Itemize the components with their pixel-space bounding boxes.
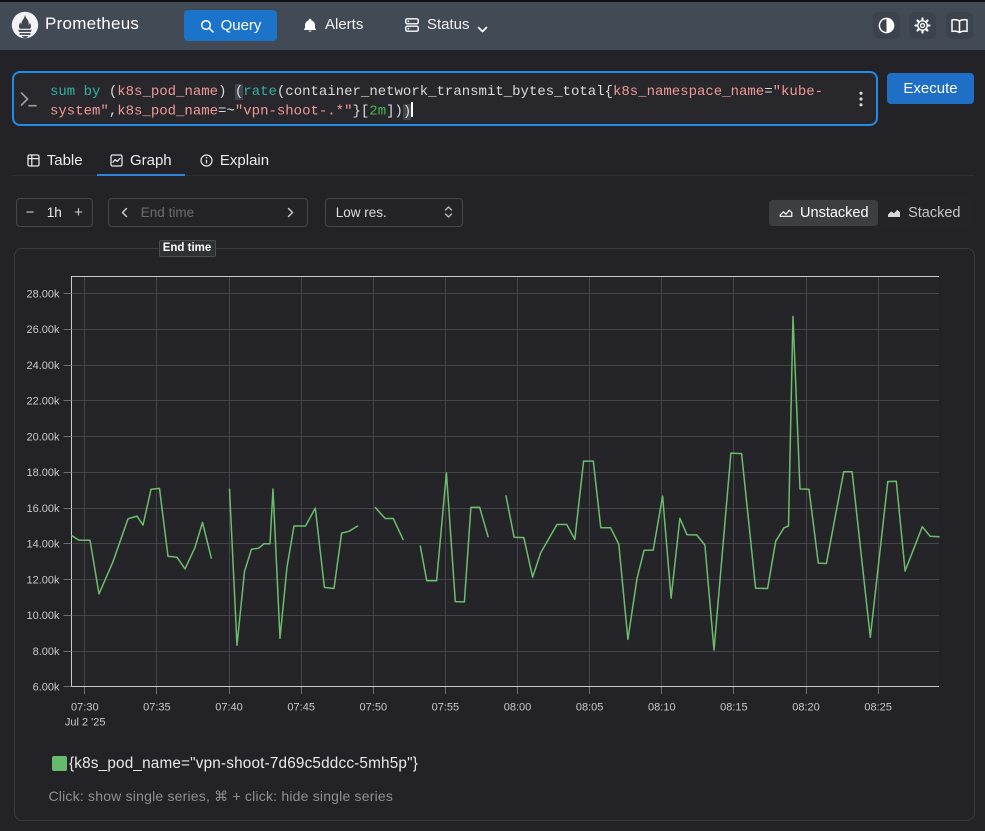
svg-text:14.00k: 14.00k (26, 539, 60, 551)
svg-text:22.00k: 22.00k (26, 396, 60, 408)
svg-text:07:35: 07:35 (143, 702, 171, 714)
svg-text:07:45: 07:45 (287, 702, 315, 714)
svg-text:16.00k: 16.00k (26, 503, 60, 515)
svg-text:12.00k: 12.00k (26, 574, 60, 586)
svg-text:18.00k: 18.00k (26, 467, 60, 479)
svg-text:8.00k: 8.00k (33, 646, 60, 658)
svg-text:08:10: 08:10 (648, 702, 676, 714)
svg-text:08:05: 08:05 (576, 702, 604, 714)
svg-text:6.00k: 6.00k (33, 682, 60, 694)
svg-text:24.00k: 24.00k (26, 360, 60, 372)
svg-text:20.00k: 20.00k (26, 431, 60, 443)
svg-text:07:40: 07:40 (215, 702, 243, 714)
svg-text:07:50: 07:50 (360, 702, 388, 714)
svg-text:08:25: 08:25 (864, 702, 892, 714)
svg-text:28.00k: 28.00k (26, 289, 60, 301)
svg-text:Jul 2 '25: Jul 2 '25 (65, 717, 106, 729)
svg-text:07:55: 07:55 (432, 702, 460, 714)
svg-text:08:15: 08:15 (720, 702, 748, 714)
svg-text:10.00k: 10.00k (26, 610, 60, 622)
svg-text:26.00k: 26.00k (26, 324, 60, 336)
svg-text:08:20: 08:20 (792, 702, 820, 714)
svg-text:07:30: 07:30 (71, 702, 99, 714)
svg-text:08:00: 08:00 (504, 702, 532, 714)
